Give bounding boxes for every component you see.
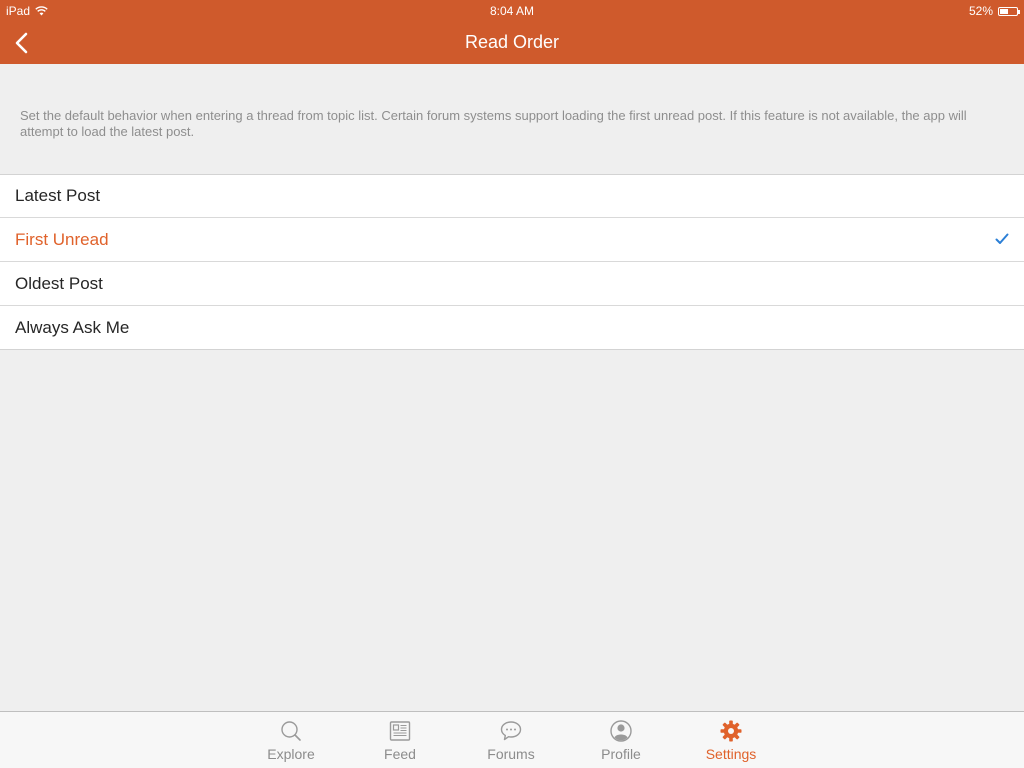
navigation-bar: Read Order	[0, 21, 1024, 64]
tab-label: Profile	[601, 746, 641, 762]
tab-profile[interactable]: Profile	[581, 719, 661, 762]
page-title: Read Order	[464, 32, 560, 52]
status-bar: iPad 8:04 AM 52%	[0, 0, 1024, 21]
option-latest-post[interactable]: Latest Post	[0, 175, 1024, 217]
tab-forums[interactable]: Forums	[471, 719, 551, 762]
person-icon	[610, 720, 632, 742]
tab-label: Explore	[267, 746, 315, 762]
newspaper-icon	[389, 721, 411, 741]
status-time: 8:04 AM	[489, 4, 535, 18]
option-label: Latest Post	[15, 186, 101, 205]
tab-label: Forums	[487, 746, 535, 762]
tab-explore[interactable]: Explore	[251, 719, 331, 762]
tab-label: Settings	[705, 746, 757, 762]
tab-feed[interactable]: Feed	[360, 719, 440, 762]
tab-bar: Explore Feed Forums Profile Settings	[0, 711, 1024, 768]
battery-icon	[998, 6, 1020, 16]
read-order-options: Latest Post First Unread Oldest Post Alw…	[0, 174, 1024, 350]
battery-percentage: 52%	[968, 4, 993, 18]
option-first-unread[interactable]: First Unread	[0, 217, 1024, 261]
checkmark-icon	[995, 233, 1009, 244]
tab-label: Feed	[384, 746, 416, 762]
tab-settings[interactable]: Settings	[691, 719, 771, 762]
option-label: Oldest Post	[15, 273, 103, 293]
option-always-ask-me[interactable]: Always Ask Me	[0, 305, 1024, 349]
option-oldest-post[interactable]: Oldest Post	[0, 261, 1024, 305]
chat-bubble-icon	[500, 721, 522, 741]
option-label: First Unread	[15, 229, 109, 249]
search-icon	[281, 721, 301, 741]
status-right: 52%	[968, 4, 1020, 18]
section-description: Set the default behavior when entering a…	[20, 108, 967, 139]
gear-icon	[720, 720, 742, 742]
option-label: Always Ask Me	[15, 317, 130, 337]
